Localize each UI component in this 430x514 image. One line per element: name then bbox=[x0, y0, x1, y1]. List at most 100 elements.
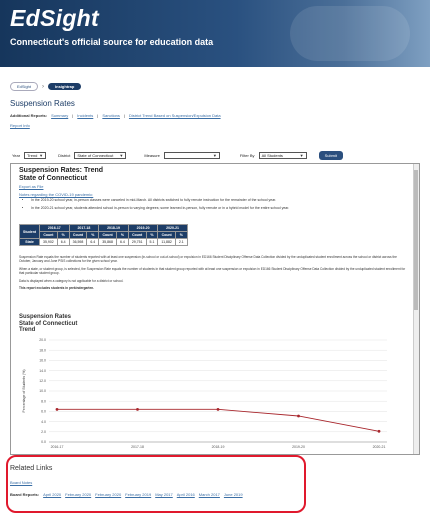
y-tick-label: 8.0 bbox=[41, 399, 46, 403]
row-label: State bbox=[18, 238, 41, 246]
additional-reports: Additional Reports: Summary | Incidents … bbox=[10, 113, 221, 118]
board-reports: Board Reports: April 2020 February 2020 … bbox=[10, 492, 243, 497]
board-report-link[interactable]: February 2019 bbox=[125, 492, 151, 497]
year-header: 2018-19 bbox=[98, 224, 129, 232]
y-tick-label: 0.0 bbox=[41, 440, 46, 444]
measure-select[interactable]: ▼ bbox=[163, 152, 220, 159]
count-header: Count bbox=[39, 231, 58, 239]
pct-header: % bbox=[56, 231, 70, 239]
report-info-link[interactable]: Report Info bbox=[10, 123, 30, 128]
x-tick-label: 2018-19 bbox=[212, 445, 225, 449]
report-info: Report Info bbox=[10, 123, 30, 128]
district-select[interactable]: State of Connecticut ▼ bbox=[74, 152, 127, 159]
chevron-down-icon: ▼ bbox=[39, 153, 44, 158]
report-link-sanctions[interactable]: Sanctions bbox=[102, 113, 120, 118]
y-tick-label: 6.0 bbox=[41, 410, 46, 414]
definitions: Suspension Rate equals the number of stu… bbox=[19, 255, 409, 293]
pct-header: % bbox=[86, 231, 100, 239]
trend-chart: 0.0 2.0 4.0 6.0 8.0 10.0 12.0 14.0 16.0 18.0 20.0 2… bbox=[22, 338, 387, 449]
table-corner-header: Student bbox=[18, 224, 41, 239]
report-link-incidents[interactable]: Incidents bbox=[77, 113, 93, 118]
table-cell: 35,902 bbox=[39, 238, 58, 246]
chart-title: Suspension Rates State of Connecticut Tr… bbox=[19, 314, 78, 333]
report-title: Suspension Rates: Trend State of Connect… bbox=[19, 167, 104, 182]
data-point bbox=[216, 407, 220, 411]
covid-notes-list: In the 2019-20 school year, in-person cl… bbox=[25, 198, 391, 214]
header-banner: EdSight Connecticut's official source fo… bbox=[0, 0, 430, 67]
table-cell: 6.4 bbox=[86, 238, 100, 246]
year-select[interactable]: Trend ▼ bbox=[24, 152, 47, 159]
export-link[interactable]: Export as File bbox=[19, 184, 43, 189]
page-title: Suspension Rates bbox=[10, 99, 75, 108]
report-link-summary[interactable]: Summary bbox=[51, 113, 68, 118]
suspension-table: Student 2016-17 2017-18 2018-19 2019-20 … bbox=[18, 224, 188, 246]
filter-by-select[interactable]: All Students ▼ bbox=[258, 152, 307, 159]
breadcrumb-current[interactable]: Insightrap bbox=[48, 83, 82, 90]
count-header: Count bbox=[98, 231, 117, 239]
table-cell: 5.1 bbox=[145, 238, 159, 246]
board-notes-link[interactable]: Board Notes bbox=[10, 480, 32, 485]
count-header: Count bbox=[157, 231, 176, 239]
board-report-link[interactable]: May 2017 bbox=[155, 492, 173, 497]
board-report-link[interactable]: April 2020 bbox=[43, 492, 61, 497]
y-tick-label: 12.0 bbox=[39, 379, 46, 383]
definition-text: Data is displayed when a category is not… bbox=[19, 278, 124, 283]
filter-bar: Year Trend ▼ District State of Connecticu… bbox=[12, 151, 344, 160]
x-tick-label: 2017-18 bbox=[131, 445, 144, 449]
brand-logo[interactable]: EdSight bbox=[10, 5, 99, 32]
table-cell: 2.1 bbox=[174, 238, 188, 246]
scrollbar-thumb[interactable] bbox=[414, 170, 418, 310]
data-point bbox=[136, 407, 139, 411]
year-header: 2017-18 bbox=[68, 224, 100, 232]
breadcrumb-home[interactable]: EdSight bbox=[10, 82, 39, 91]
table-cell: 35,868 bbox=[98, 238, 117, 246]
y-tick-label: 14.0 bbox=[39, 369, 46, 373]
table-cell: 11,882 bbox=[157, 238, 176, 246]
y-tick-label: 2.0 bbox=[41, 430, 46, 434]
data-point bbox=[55, 407, 59, 411]
board-report-link[interactable]: June 2019 bbox=[224, 492, 243, 497]
report-panel: Suspension Rates: Trend State of Connect… bbox=[10, 163, 420, 455]
table-cell: 29,751 bbox=[127, 238, 147, 246]
data-point bbox=[377, 429, 381, 433]
filter-label-district: District bbox=[58, 153, 71, 158]
y-axis-label: Percentage of Students (%) bbox=[22, 370, 26, 413]
year-header: 2016-17 bbox=[39, 224, 70, 232]
filter-label-filterby: Filter By bbox=[239, 153, 255, 158]
table-cell: 6.4 bbox=[115, 238, 129, 246]
report-link-district-trend[interactable]: District Trend Based on Suspension/Expul… bbox=[129, 113, 221, 118]
breadcrumb-separator: › bbox=[42, 83, 45, 90]
definition-text: Suspension Rate equals the number of stu… bbox=[19, 255, 397, 264]
year-header: 2020-21 bbox=[157, 224, 188, 232]
board-report-link[interactable]: February 2020 bbox=[65, 492, 91, 497]
board-report-link[interactable]: March 2017 bbox=[199, 492, 220, 497]
data-point bbox=[297, 414, 300, 418]
count-header: Count bbox=[68, 231, 88, 239]
submit-button[interactable]: Submit bbox=[318, 151, 344, 160]
panel-scrollbar[interactable] bbox=[413, 164, 419, 454]
brand-tagline: Connecticut's official source for educat… bbox=[10, 37, 214, 47]
board-report-link[interactable]: April 2016 bbox=[177, 492, 195, 497]
x-tick-label: 2019-20 bbox=[292, 445, 305, 449]
y-tick-label: 20.0 bbox=[39, 338, 46, 342]
series-line bbox=[57, 408, 380, 432]
y-tick-label: 10.0 bbox=[39, 389, 46, 393]
chevron-down-icon: ▼ bbox=[212, 153, 217, 158]
related-links-highlight bbox=[6, 455, 306, 513]
pct-header: % bbox=[145, 231, 159, 239]
definition-text: This report excludes students in prekind… bbox=[19, 286, 95, 291]
covid-notes-link[interactable]: Notes regarding the COVID-19 pandemic: bbox=[19, 192, 93, 197]
y-tick-label: 16.0 bbox=[39, 359, 46, 363]
pct-header: % bbox=[115, 231, 129, 239]
board-report-link[interactable]: February 2020 bbox=[95, 492, 121, 497]
filter-label-measure: Measure bbox=[144, 153, 160, 158]
filter-label-year: Year bbox=[12, 153, 21, 158]
y-tick-label: 18.0 bbox=[39, 348, 46, 352]
x-tick-label: 2016-17 bbox=[51, 445, 64, 449]
table-cell: 6.4 bbox=[56, 238, 70, 246]
chevron-down-icon: ▼ bbox=[119, 153, 124, 158]
count-header: Count bbox=[127, 231, 147, 239]
year-header: 2019-20 bbox=[127, 224, 159, 232]
related-links-title: Related Links bbox=[10, 465, 53, 472]
board-reports-label: Board Reports: bbox=[10, 492, 40, 497]
